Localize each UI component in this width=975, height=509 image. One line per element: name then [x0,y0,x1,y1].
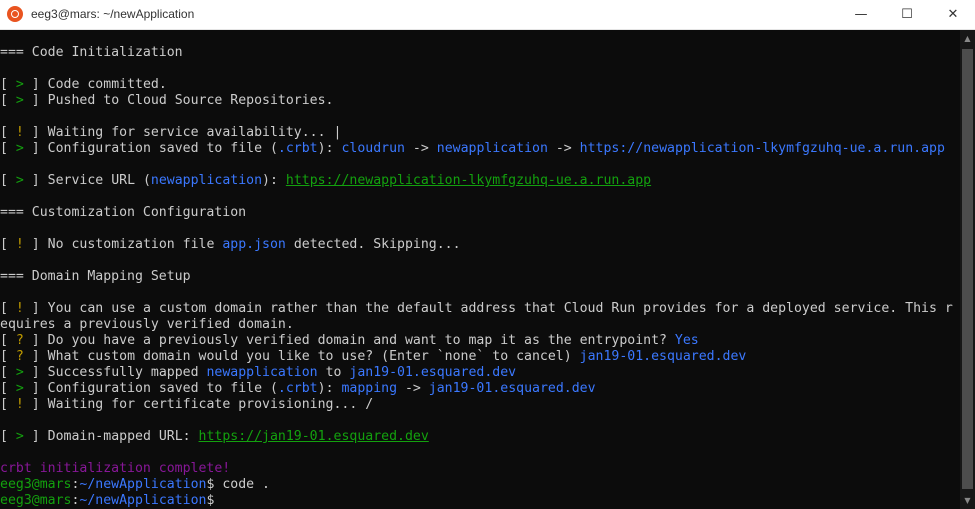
line-requires-domain: equires a previously verified domain. [0,317,294,332]
prompt-line-1: eeg3@mars:~/newApplication$ code . [0,477,270,492]
line-question-custom-domain: [ ? ] What custom domain would you like … [0,349,747,364]
line-domain-mapped-url: [ > ] Domain-mapped URL: https://jan19-0… [0,429,429,444]
minimize-button[interactable]: — [838,0,884,29]
scroll-up-arrow-icon[interactable]: ▲ [960,30,975,47]
scroll-thumb[interactable] [962,49,973,489]
prompt-line-2: eeg3@mars:~/newApplication$ [0,493,215,508]
service-url-link[interactable]: https://newapplication-lkymfgzuhq-ue.a.r… [286,173,651,188]
domain-url-link[interactable]: https://jan19-01.esquared.dev [199,429,429,444]
terminal-output[interactable]: === Code Initialization [ > ] Code commi… [0,30,960,509]
line-init-complete: crbt initialization complete! [0,461,231,476]
heading-code-initialization: === Code Initialization [0,45,183,60]
heading-customization: === Customization Configuration [0,205,247,220]
scrollbar[interactable]: ▲ ▼ [960,30,975,509]
title-bar: eeg3@mars: ~/newApplication — ☐ ✕ [0,0,975,30]
ubuntu-icon [7,6,23,22]
line-successfully-mapped: [ > ] Successfully mapped newapplication… [0,365,517,380]
line-config-saved-mapping: [ > ] Configuration saved to file (.crbt… [0,381,596,396]
line-code-committed: [ > ] Code committed. [0,77,167,92]
scroll-down-arrow-icon[interactable]: ▼ [960,492,975,509]
line-custom-domain-info: [ ! ] You can use a custom domain rather… [0,301,953,316]
line-waiting-service: [ ! ] Waiting for service availability..… [0,125,342,140]
line-question-verified-domain: [ ? ] Do you have a previously verified … [0,333,699,348]
window-title: eeg3@mars: ~/newApplication [31,7,195,21]
line-waiting-certificate: [ ! ] Waiting for certificate provisioni… [0,397,374,412]
close-button[interactable]: ✕ [930,0,975,29]
line-no-customization: [ ! ] No customization file app.json det… [0,237,461,252]
line-config-saved-cloudrun: [ > ] Configuration saved to file (.crbt… [0,141,945,156]
maximize-button[interactable]: ☐ [884,0,930,29]
heading-domain-mapping: === Domain Mapping Setup [0,269,191,284]
line-pushed: [ > ] Pushed to Cloud Source Repositorie… [0,93,334,108]
line-service-url: [ > ] Service URL (newapplication): http… [0,173,652,188]
